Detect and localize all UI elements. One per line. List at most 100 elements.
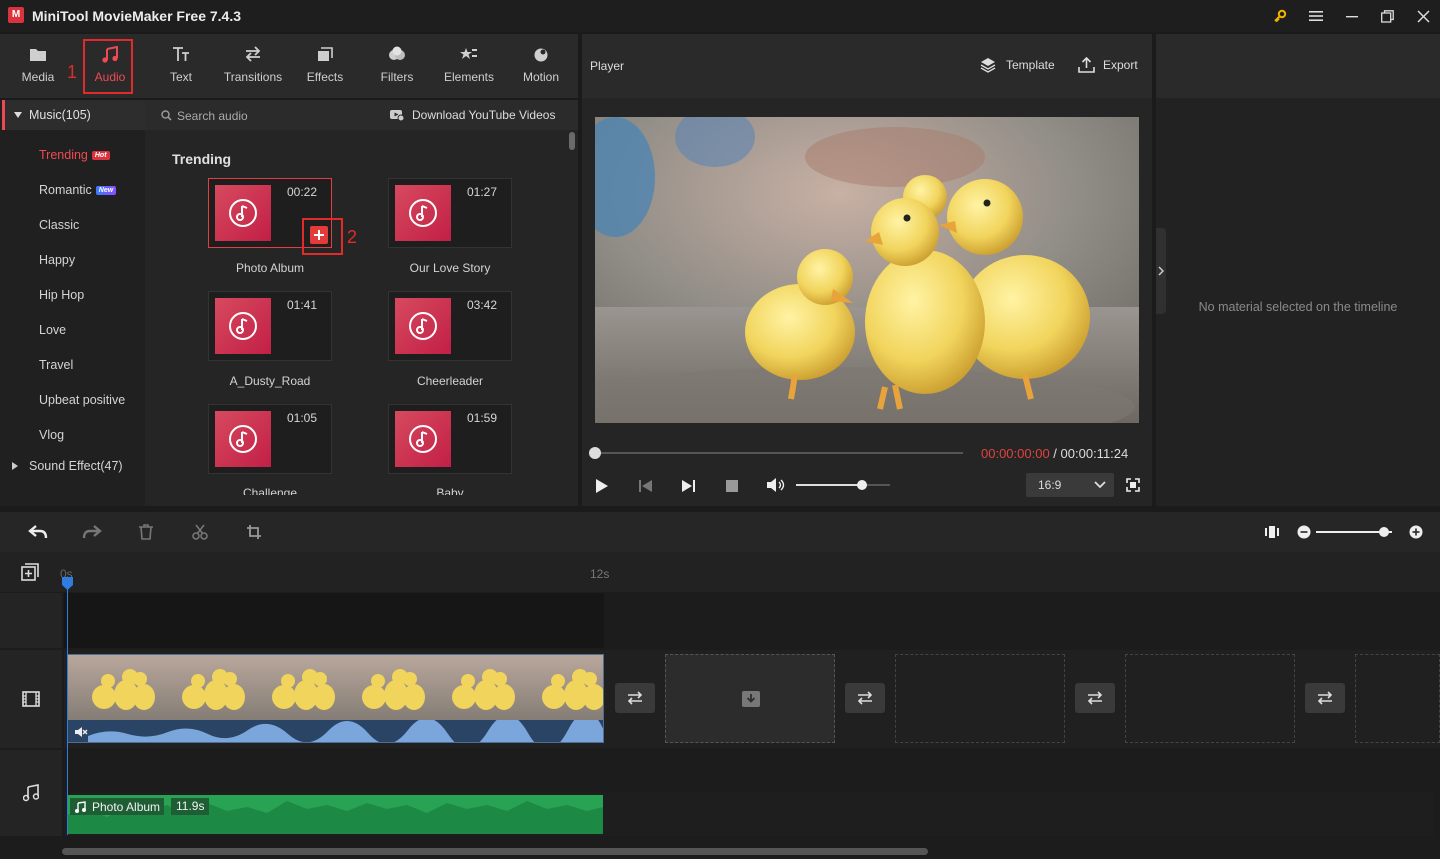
library-scrollbar[interactable] xyxy=(569,132,575,150)
drop-media-icon xyxy=(742,691,760,707)
track-card[interactable]: 01:41 xyxy=(208,291,332,361)
minimize-button[interactable] xyxy=(1338,4,1366,28)
tab-media[interactable]: Media xyxy=(6,34,70,98)
zoom-out-icon[interactable] xyxy=(1297,525,1311,539)
crop-icon[interactable] xyxy=(246,524,262,540)
category-hip-hop[interactable]: Hip Hop xyxy=(39,288,84,302)
add-track-icon[interactable] xyxy=(21,563,39,581)
export-button[interactable]: Export xyxy=(1078,57,1138,73)
track-card[interactable]: 03:42 xyxy=(388,291,512,361)
track-name: Challenge xyxy=(242,486,298,495)
empty-properties-message: No material selected on the timeline xyxy=(1198,300,1398,314)
zoom-in-icon[interactable] xyxy=(1409,525,1423,539)
export-label: Export xyxy=(1103,58,1138,72)
transitions-icon xyxy=(221,46,285,64)
layers-icon xyxy=(980,58,996,73)
time-display: 00:00:00:00 / 00:00:11:24 xyxy=(981,446,1128,461)
download-youtube-button[interactable]: Download YouTube Videos xyxy=(412,108,555,122)
progress-track[interactable] xyxy=(595,452,963,454)
playhead-line xyxy=(67,580,68,835)
playhead-handle[interactable] xyxy=(61,576,74,591)
fullscreen-icon[interactable] xyxy=(1126,478,1140,492)
track-name: Baby xyxy=(436,486,464,495)
track-card[interactable]: 01:59 xyxy=(388,404,512,474)
volume-fill xyxy=(796,484,862,486)
track-duration: 01:27 xyxy=(467,185,498,199)
fit-timeline-icon[interactable] xyxy=(1264,525,1280,539)
music-category[interactable]: Music(105) xyxy=(2,100,145,130)
audio-track-head xyxy=(0,750,62,836)
track-card[interactable]: 01:27 xyxy=(388,178,512,248)
audio-clip[interactable]: Photo Album 11.9s xyxy=(67,795,603,834)
category-travel[interactable]: Travel xyxy=(39,358,73,372)
audio-clip-label: Photo Album xyxy=(70,798,165,815)
category-upbeat-positive[interactable]: Upbeat positive xyxy=(39,393,125,407)
tab-motion[interactable]: Motion xyxy=(509,34,573,98)
track-name-clip: Baby xyxy=(365,480,535,495)
mute-icon[interactable] xyxy=(74,726,88,738)
swap-icon xyxy=(1087,691,1103,705)
tab-elements[interactable]: Elements xyxy=(437,34,501,98)
video-clip[interactable] xyxy=(67,654,604,743)
tab-media-label: Media xyxy=(21,70,55,84)
video-track-head xyxy=(0,650,62,748)
empty-clip-slot[interactable] xyxy=(895,654,1065,743)
swap-icon xyxy=(627,691,643,705)
tab-transitions[interactable]: Transitions xyxy=(221,34,285,98)
play-button[interactable] xyxy=(595,478,609,494)
timeline-scrollbar[interactable] xyxy=(62,848,928,855)
volume-icon[interactable] xyxy=(766,477,786,493)
overlay-track xyxy=(64,593,604,648)
category-happy[interactable]: Happy xyxy=(39,253,75,267)
close-button[interactable] xyxy=(1409,4,1437,28)
maximize-button[interactable] xyxy=(1373,4,1401,28)
step-1-marker: 1 xyxy=(67,62,78,82)
stop-button[interactable] xyxy=(725,479,739,493)
category-vlog[interactable]: Vlog xyxy=(39,428,64,442)
key-icon[interactable] xyxy=(1266,4,1294,28)
caret-down-icon xyxy=(14,112,22,118)
tab-motion-label: Motion xyxy=(522,70,560,84)
aspect-ratio-select[interactable]: 16:9 xyxy=(1026,473,1114,497)
video-audio-waveform xyxy=(68,720,603,742)
youtube-download-icon xyxy=(390,110,404,121)
search-input[interactable]: Search audio xyxy=(177,109,248,123)
track-duration: 01:59 xyxy=(467,411,498,425)
previous-frame-button[interactable] xyxy=(638,478,654,494)
tab-transitions-label: Transitions xyxy=(223,70,283,84)
progress-knob[interactable] xyxy=(589,447,601,459)
category-classic[interactable]: Classic xyxy=(39,218,79,232)
template-button[interactable]: Template xyxy=(980,57,1055,73)
transition-button[interactable] xyxy=(615,683,655,713)
category-love[interactable]: Love xyxy=(39,323,66,337)
track-card[interactable]: 01:05 xyxy=(208,404,332,474)
swap-icon xyxy=(857,691,873,705)
scissors-icon[interactable] xyxy=(192,524,208,540)
total-time: 00:00:11:24 xyxy=(1060,446,1129,461)
empty-clip-slot[interactable] xyxy=(665,654,835,743)
swap-icon xyxy=(1317,691,1333,705)
tab-text[interactable]: Text xyxy=(149,34,213,98)
transition-button[interactable] xyxy=(1305,683,1345,713)
tab-filters[interactable]: Filters xyxy=(365,34,429,98)
transition-button[interactable] xyxy=(1075,683,1115,713)
category-romantic[interactable]: Romantic New xyxy=(39,183,117,197)
redo-icon[interactable] xyxy=(82,524,102,540)
audio-clip-duration: 11.9s xyxy=(171,798,210,815)
search-row: Search audio Download YouTube Videos xyxy=(145,100,578,130)
next-frame-button[interactable] xyxy=(680,478,696,494)
empty-clip-slot[interactable] xyxy=(1355,654,1440,743)
volume-knob[interactable] xyxy=(856,480,867,490)
undo-icon[interactable] xyxy=(28,524,48,540)
track-duration: 03:42 xyxy=(467,298,498,312)
category-trending[interactable]: Trending Hot xyxy=(39,148,110,162)
properties-panel xyxy=(1156,34,1440,506)
delete-icon[interactable] xyxy=(138,524,154,540)
empty-clip-slot[interactable] xyxy=(1125,654,1295,743)
transition-button[interactable] xyxy=(845,683,885,713)
tab-effects[interactable]: Effects xyxy=(293,34,357,98)
tab-effects-label: Effects xyxy=(306,70,344,84)
track-duration: 01:05 xyxy=(287,411,318,425)
menu-icon[interactable] xyxy=(1302,4,1330,28)
overlay-track-head xyxy=(0,593,62,648)
